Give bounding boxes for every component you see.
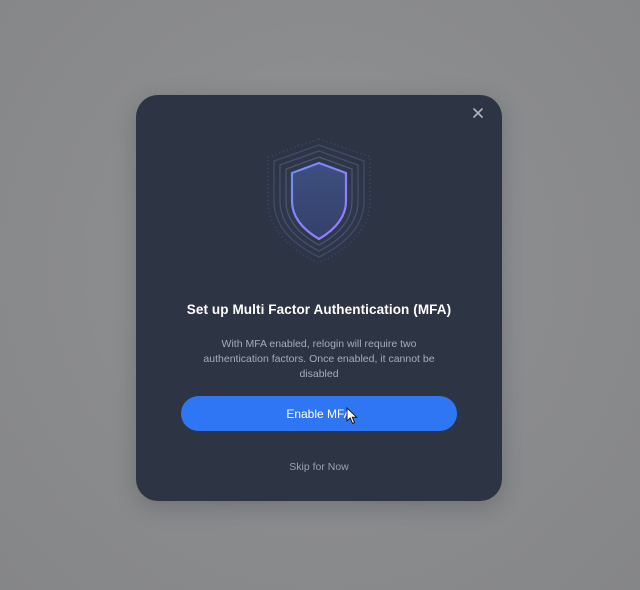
shield-illustration [254, 131, 384, 271]
close-icon [473, 108, 483, 118]
enable-mfa-button[interactable]: Enable MFA [181, 396, 457, 431]
mfa-setup-dialog: Set up Multi Factor Authentication (MFA)… [136, 95, 502, 501]
skip-for-now-link[interactable]: Skip for Now [136, 461, 502, 473]
dialog-description: With MFA enabled, relogin will require t… [203, 338, 435, 380]
shield-icon [257, 133, 381, 269]
close-button[interactable] [466, 101, 490, 125]
enable-mfa-button-label: Enable MFA [286, 406, 352, 421]
dialog-title: Set up Multi Factor Authentication (MFA) [186, 302, 452, 317]
